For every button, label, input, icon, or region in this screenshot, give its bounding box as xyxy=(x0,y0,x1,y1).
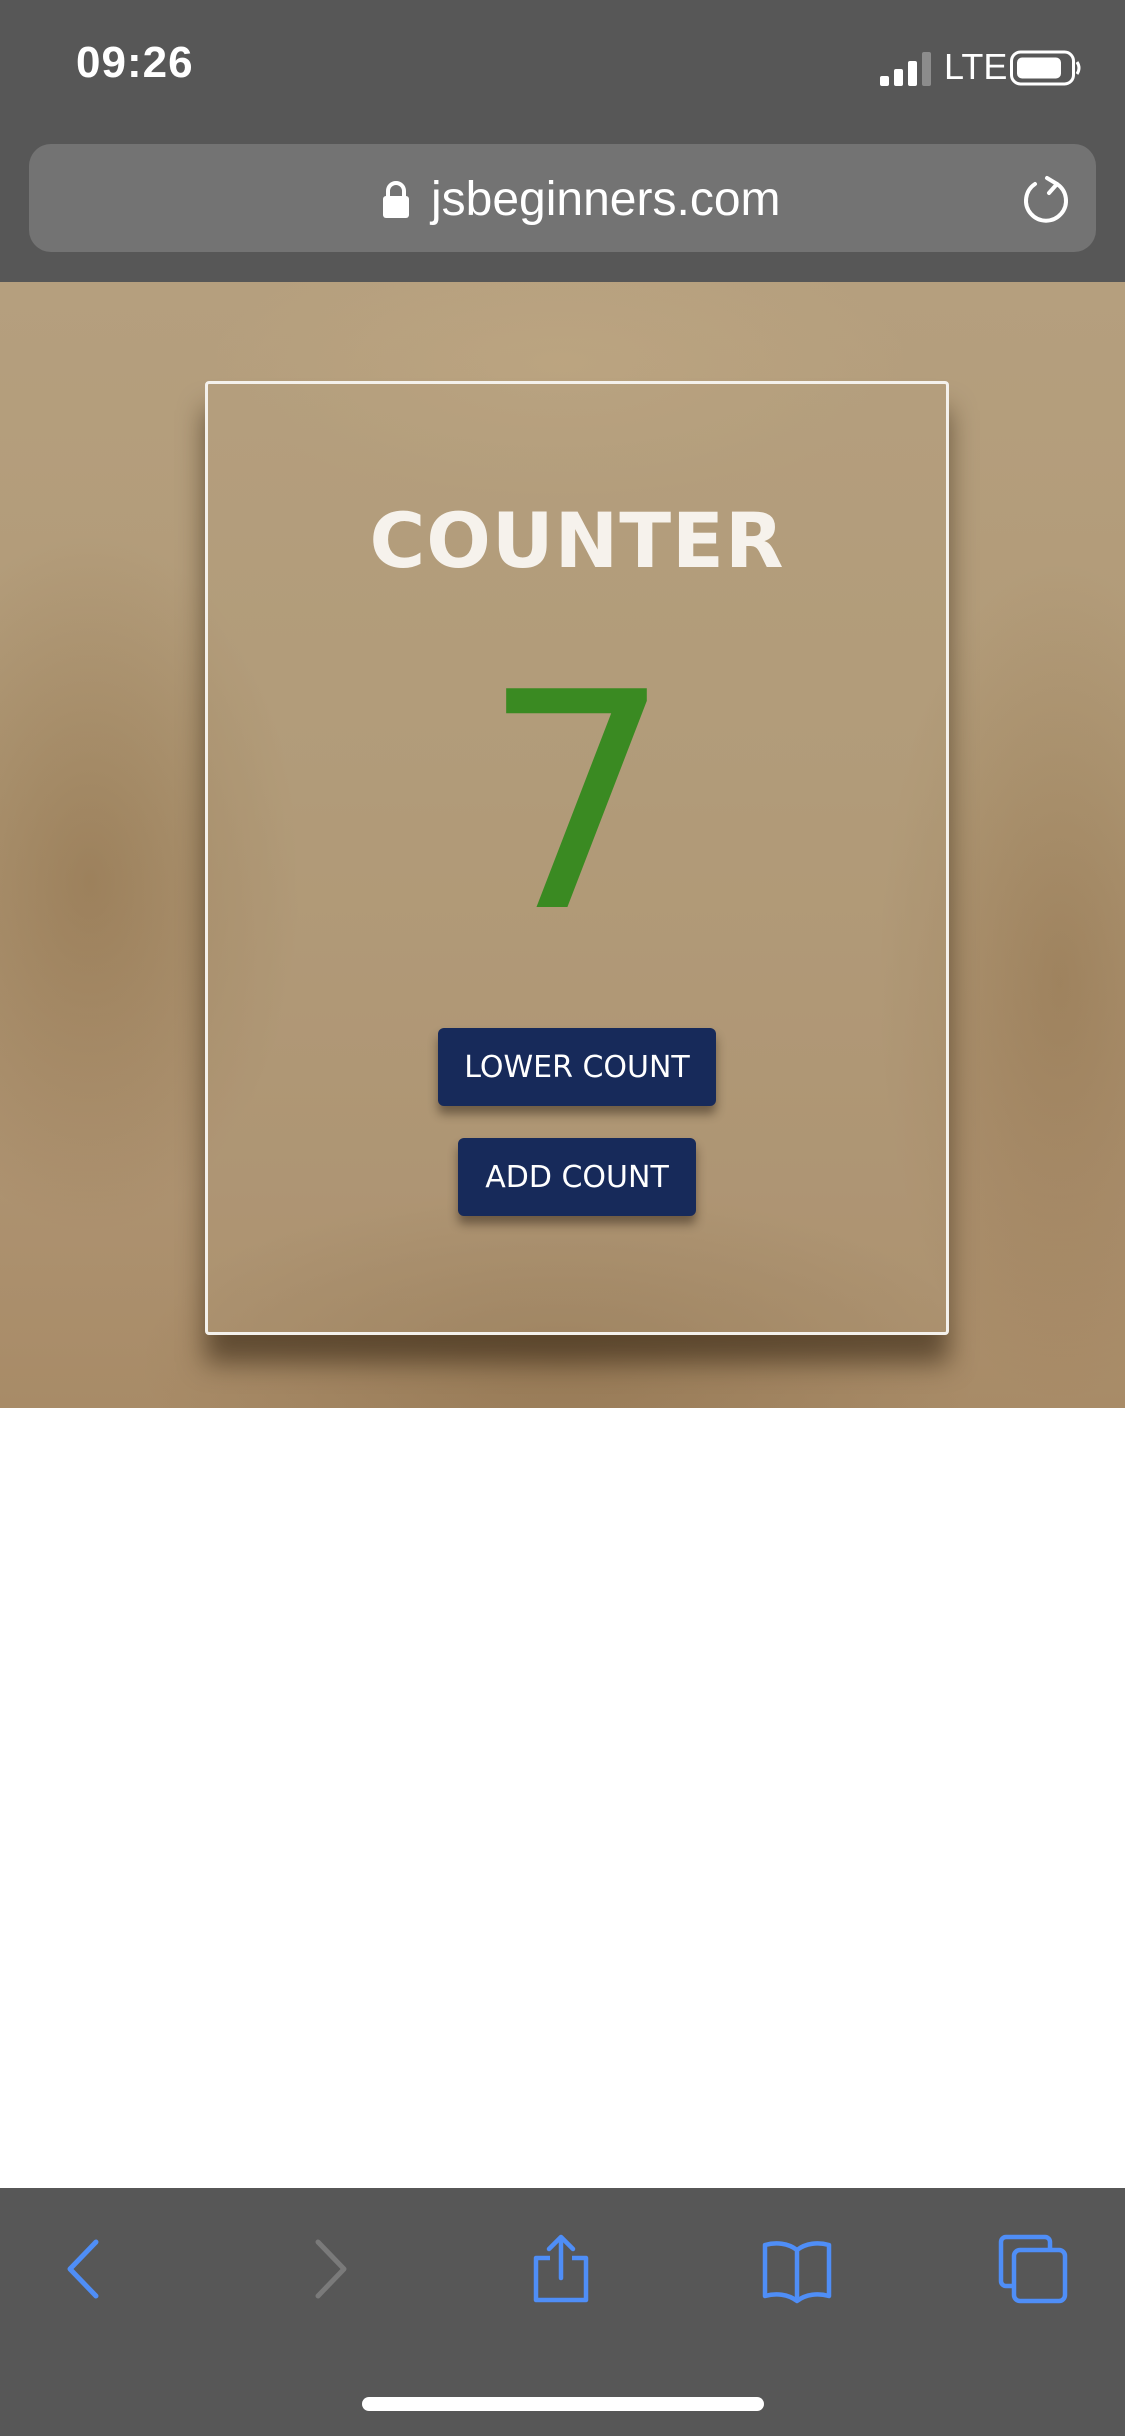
browser-address-area: jsbeginners.com xyxy=(0,136,1125,282)
back-icon[interactable] xyxy=(52,2234,122,2304)
forward-icon[interactable] xyxy=(292,2234,362,2304)
url-text[interactable]: jsbeginners.com xyxy=(431,172,781,227)
home-indicator[interactable] xyxy=(362,2397,764,2411)
counter-title: COUNTER xyxy=(369,496,785,585)
address-bar[interactable]: jsbeginners.com xyxy=(29,144,1096,252)
lock-icon xyxy=(383,181,409,218)
signal-icon xyxy=(880,52,931,86)
counter-card: COUNTER 7 LOWER COUNT ADD COUNT xyxy=(205,381,949,1335)
lower-count-button[interactable]: LOWER COUNT xyxy=(438,1028,716,1106)
add-count-button[interactable]: ADD COUNT xyxy=(458,1138,696,1216)
bookmarks-icon[interactable] xyxy=(762,2234,832,2304)
tabs-icon[interactable] xyxy=(998,2234,1068,2304)
share-icon[interactable] xyxy=(526,2234,596,2304)
status-time: 09:26 xyxy=(76,38,194,87)
reload-icon[interactable] xyxy=(1019,174,1073,228)
status-bar: 09:26 LTE xyxy=(0,0,1125,136)
counter-value: 7 xyxy=(481,629,673,978)
network-label: LTE xyxy=(944,46,1008,87)
battery-icon xyxy=(1010,50,1081,86)
